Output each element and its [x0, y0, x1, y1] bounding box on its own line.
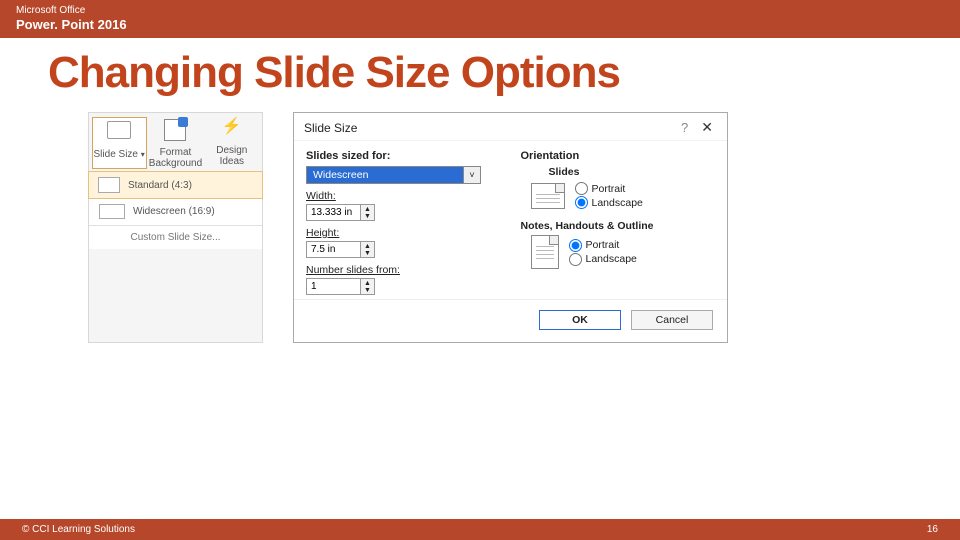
notes-subhead: Notes, Handouts & Outline: [521, 220, 716, 232]
spinner-arrows-icon[interactable]: ▲▼: [361, 204, 375, 221]
dialog-right-column: Orientation Slides Portrait Landscape No…: [521, 147, 716, 295]
number-from-input[interactable]: [306, 278, 361, 295]
product-label: Power. Point 2016: [16, 17, 944, 32]
ok-button[interactable]: OK: [539, 310, 621, 330]
content-area: Slide Size ▾ Format Background ⚡ Design …: [0, 104, 960, 343]
menu-widescreen-label: Widescreen (16:9): [133, 206, 215, 217]
spinner-arrows-icon[interactable]: ▲▼: [361, 241, 375, 258]
sized-for-combobox[interactable]: Widescreen ˅: [306, 166, 481, 184]
chevron-down-icon[interactable]: ˅: [463, 166, 481, 184]
sized-for-label: Slides sized for:: [306, 150, 501, 162]
slides-portrait-radio[interactable]: Portrait: [575, 182, 643, 195]
page-portrait-icon: [531, 235, 559, 269]
menu-standard-label: Standard (4:3): [128, 180, 192, 191]
dialog-help-icon[interactable]: ?: [675, 120, 694, 135]
slide-size-icon: [104, 121, 134, 147]
notes-landscape-radio[interactable]: Landscape: [569, 253, 637, 266]
design-ideas-label: Design Ideas: [204, 145, 259, 167]
slide-header: Microsoft Office Power. Point 2016: [0, 0, 960, 38]
dialog-title-text: Slide Size: [304, 121, 357, 135]
design-ideas-icon: ⚡: [217, 117, 247, 143]
suite-label: Microsoft Office: [16, 5, 944, 16]
dialog-titlebar: Slide Size ? ✕: [294, 113, 727, 141]
height-spinner[interactable]: ▲▼: [306, 241, 381, 258]
aspect-43-icon: [98, 177, 120, 193]
width-spinner[interactable]: ▲▼: [306, 204, 381, 221]
width-input[interactable]: [306, 204, 361, 221]
dialog-close-icon[interactable]: ✕: [697, 119, 717, 135]
notes-portrait-radio[interactable]: Portrait: [569, 239, 637, 252]
menu-custom-size[interactable]: Custom Slide Size...: [89, 225, 262, 249]
orientation-heading: Orientation: [521, 150, 716, 162]
width-label: Width:: [306, 190, 501, 202]
number-from-label: Number slides from:: [306, 264, 501, 276]
slide-size-button[interactable]: Slide Size ▾: [92, 117, 147, 169]
menu-custom-label: Custom Slide Size...: [130, 232, 220, 243]
slides-subhead: Slides: [549, 166, 716, 178]
dialog-left-column: Slides sized for: Widescreen ˅ Width: ▲▼…: [306, 147, 501, 295]
sized-for-value: Widescreen: [306, 166, 463, 184]
menu-widescreen-169[interactable]: Widescreen (16:9): [89, 198, 262, 225]
height-input[interactable]: [306, 241, 361, 258]
notes-radio-group: Portrait Landscape: [569, 238, 637, 267]
cancel-button[interactable]: Cancel: [631, 310, 713, 330]
ribbon-buttons-row: Slide Size ▾ Format Background ⚡ Design …: [89, 113, 262, 171]
format-background-icon: [160, 119, 190, 145]
slides-landscape-radio[interactable]: Landscape: [575, 196, 643, 209]
copyright-text: © CCI Learning Solutions: [22, 524, 135, 535]
dialog-body: Slides sized for: Widescreen ˅ Width: ▲▼…: [294, 141, 727, 299]
page-landscape-icon: [531, 183, 565, 209]
format-background-label: Format Background: [148, 147, 203, 169]
slides-radio-group: Portrait Landscape: [575, 181, 643, 210]
slide-title: Changing Slide Size Options: [0, 38, 960, 104]
slide-size-menu: Standard (4:3) Widescreen (16:9) Custom …: [89, 171, 262, 249]
design-ideas-button[interactable]: ⚡ Design Ideas: [204, 117, 259, 169]
dropdown-caret-icon: ▾: [141, 150, 145, 159]
height-label: Height:: [306, 227, 501, 239]
page-number: 16: [927, 524, 938, 535]
format-background-button[interactable]: Format Background: [148, 117, 203, 169]
number-from-spinner[interactable]: ▲▼: [306, 278, 381, 295]
slide-footer: © CCI Learning Solutions 16: [0, 519, 960, 540]
ribbon-customize-group: Slide Size ▾ Format Background ⚡ Design …: [88, 112, 263, 343]
aspect-169-icon: [99, 204, 125, 219]
menu-standard-43[interactable]: Standard (4:3): [88, 171, 263, 199]
dialog-button-row: OK Cancel: [294, 299, 727, 342]
spinner-arrows-icon[interactable]: ▲▼: [361, 278, 375, 295]
slide-size-dialog: Slide Size ? ✕ Slides sized for: Widescr…: [293, 112, 728, 343]
slides-orientation-row: Portrait Landscape: [531, 181, 716, 210]
notes-orientation-row: Portrait Landscape: [531, 235, 716, 269]
slide-size-label: Slide Size: [94, 149, 138, 160]
